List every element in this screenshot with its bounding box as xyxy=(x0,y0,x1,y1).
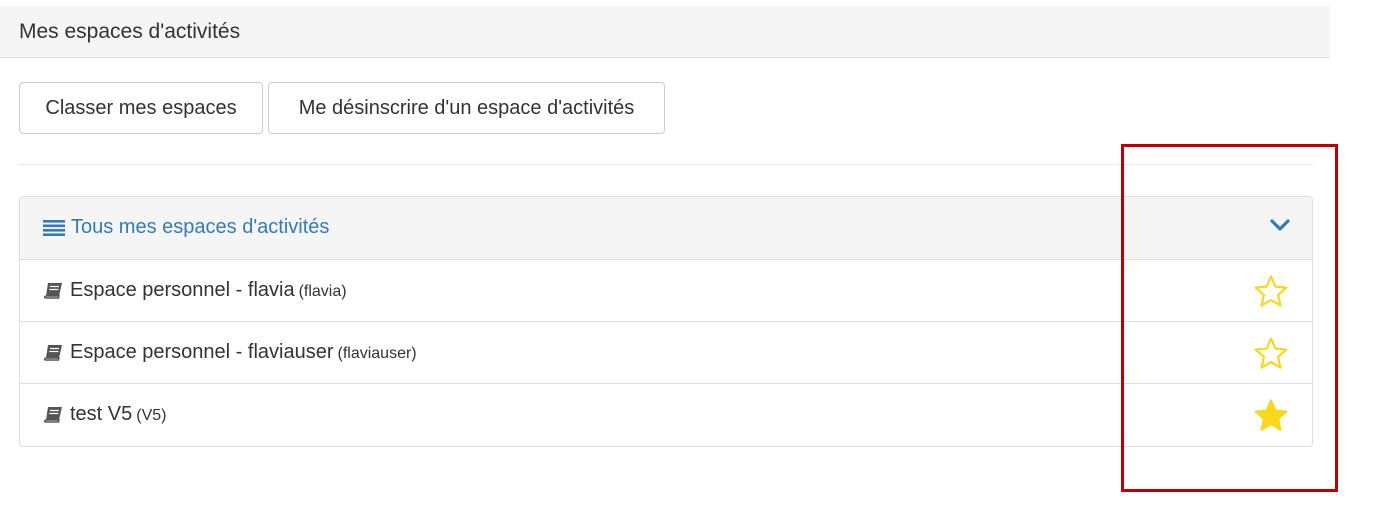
list-item-label[interactable]: Espace personnel - flaviauser (flaviauser… xyxy=(70,341,417,364)
highlight-annotation-box xyxy=(1121,144,1338,492)
book-icon xyxy=(43,407,62,423)
space-name: Espace personnel - flaviauser xyxy=(70,341,334,363)
spaces-panel: Tous mes espaces d'activités Espace pers… xyxy=(19,196,1313,447)
space-code: (flaviauser) xyxy=(337,345,417,362)
space-name: Espace personnel - flavia xyxy=(70,279,295,301)
unsubscribe-button[interactable]: Me désinscrire d'un espace d'activités xyxy=(268,82,665,134)
book-icon xyxy=(43,283,62,299)
panel-title[interactable]: Tous mes espaces d'activités xyxy=(71,216,329,239)
panel-heading[interactable]: Tous mes espaces d'activités xyxy=(20,197,1312,260)
space-code: (V5) xyxy=(136,407,167,424)
page-title: Mes espaces d'activités xyxy=(19,20,241,43)
list-item-label[interactable]: Espace personnel - flavia (flavia) xyxy=(70,279,347,302)
list-item[interactable]: Espace personnel - flaviauser (flaviauser… xyxy=(20,322,1312,384)
list-icon xyxy=(43,220,65,236)
sort-spaces-button[interactable]: Classer mes espaces xyxy=(19,82,263,134)
list-item[interactable]: Espace personnel - flavia (flavia) xyxy=(20,260,1312,322)
list-item-label[interactable]: test V5 (V5) xyxy=(70,403,167,426)
space-code: (flavia) xyxy=(298,283,347,300)
space-name: test V5 xyxy=(70,403,133,425)
divider xyxy=(19,164,1313,165)
list-item[interactable]: test V5 (V5) xyxy=(20,384,1312,446)
book-icon xyxy=(43,345,62,361)
page-header: Mes espaces d'activités xyxy=(0,6,1330,58)
